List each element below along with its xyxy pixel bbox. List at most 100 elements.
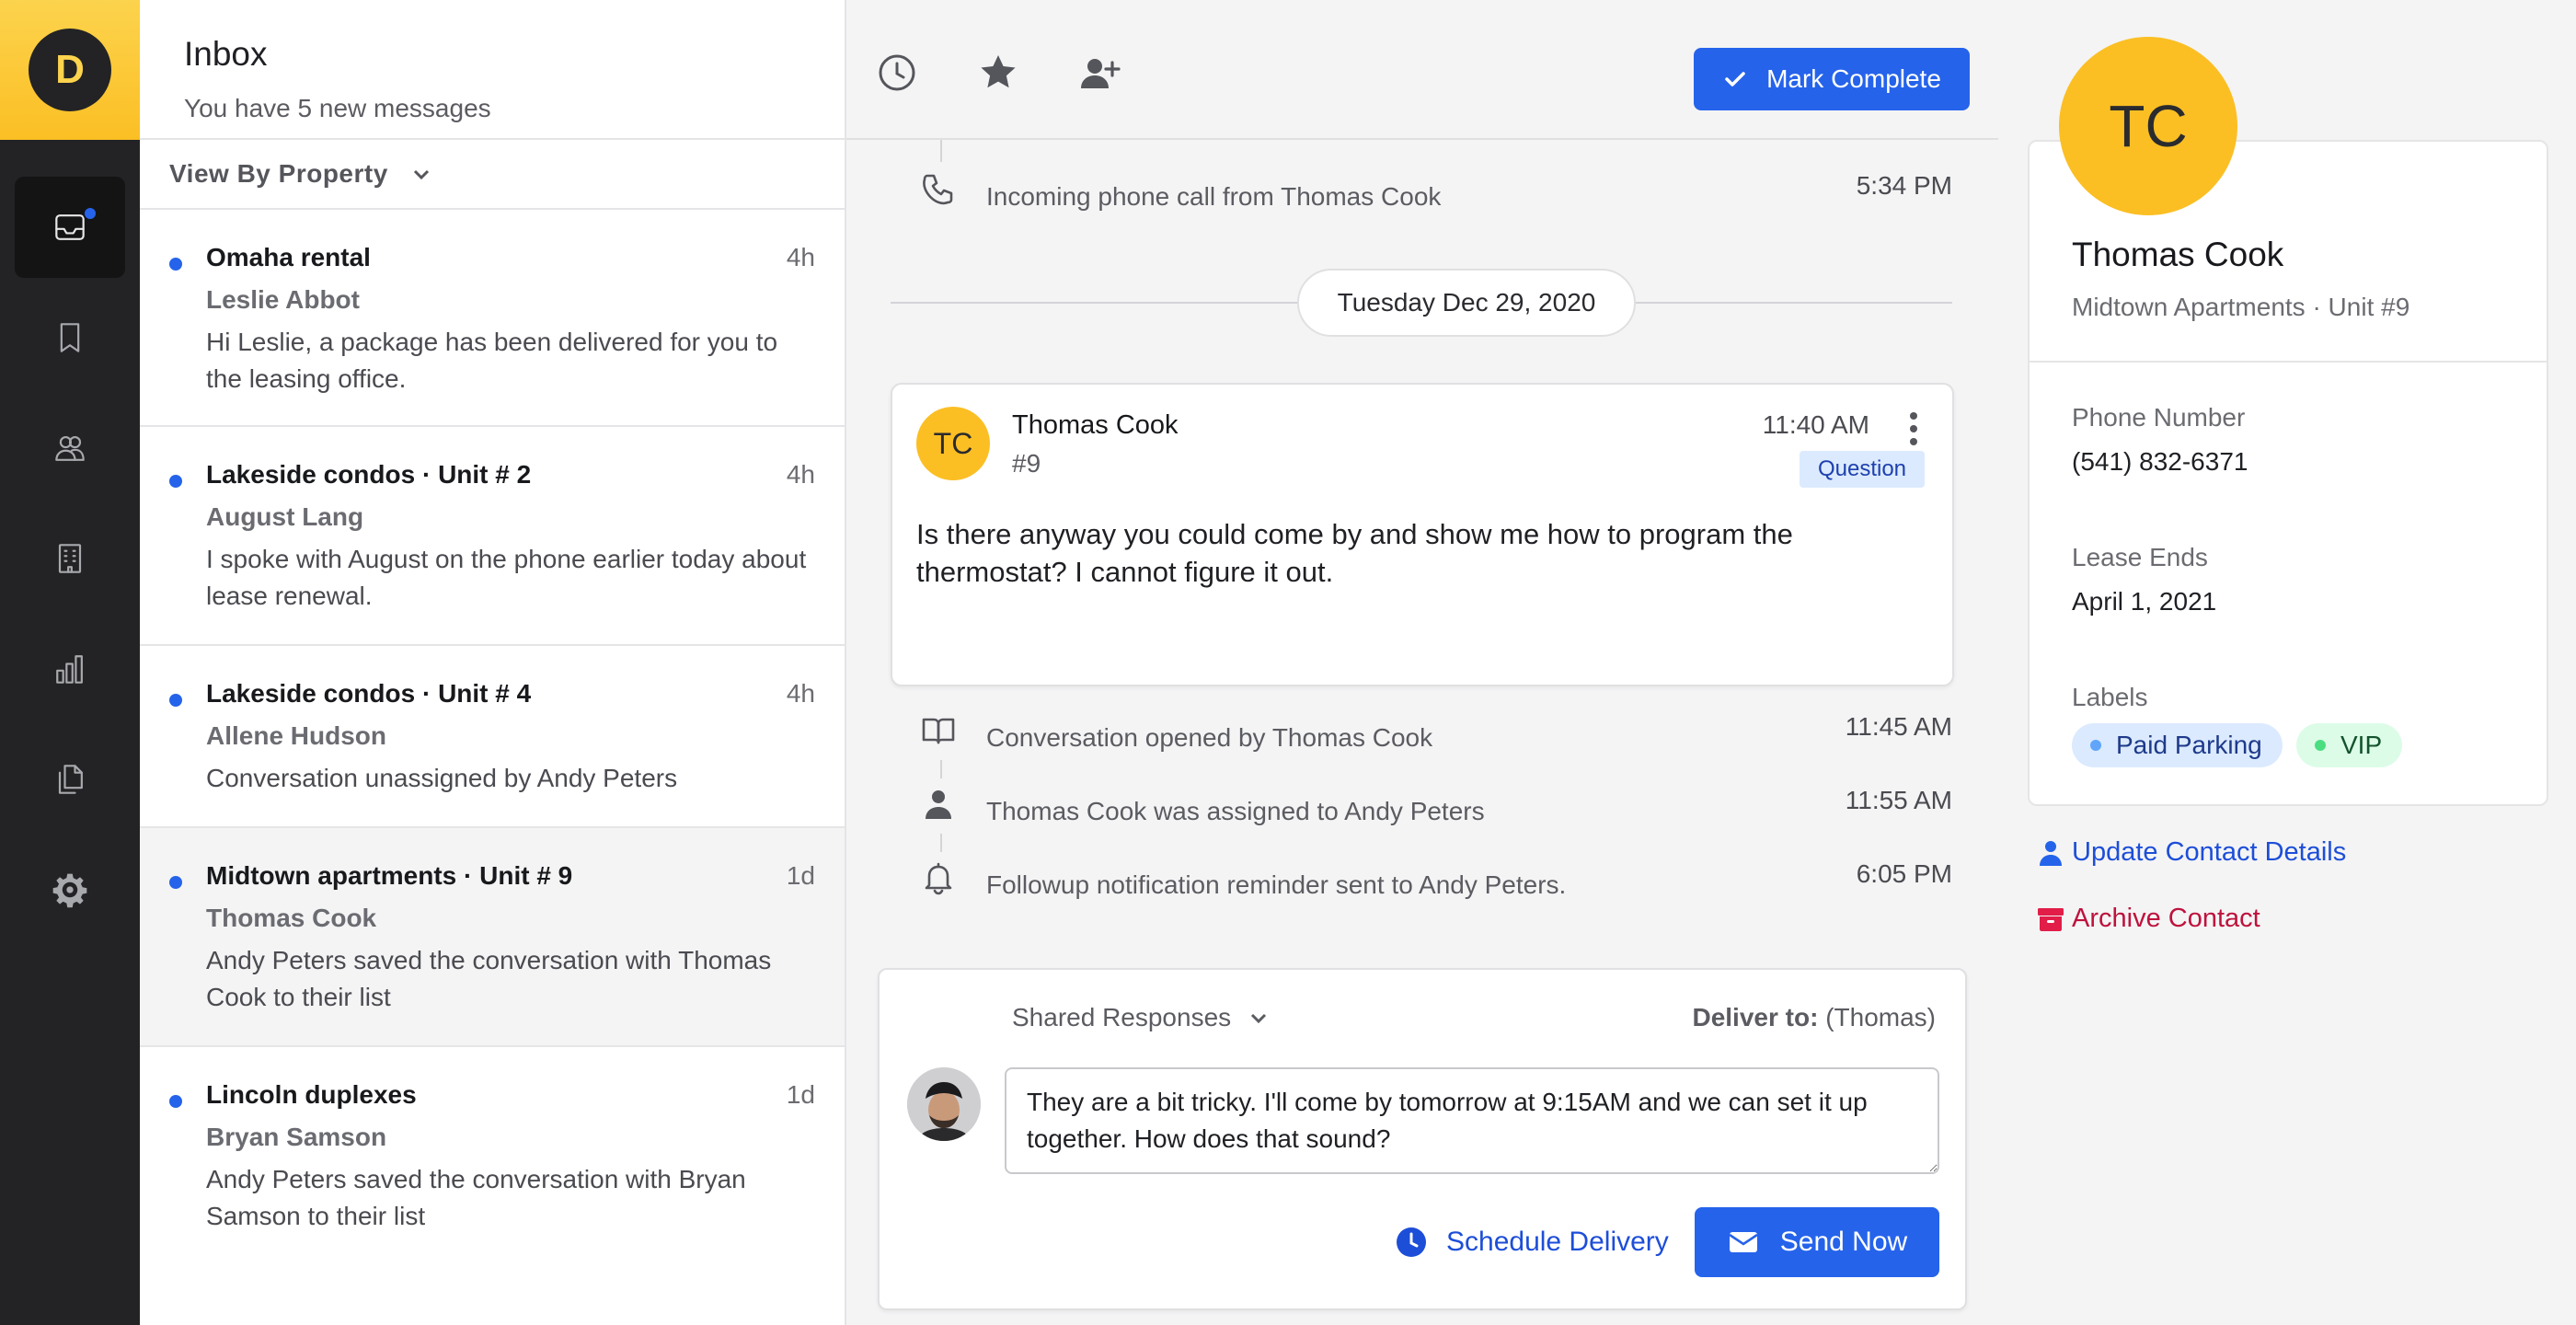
- more-options-icon[interactable]: [1908, 410, 1919, 447]
- event-time: 11:55 AM: [1845, 786, 1952, 814]
- sender-name: Thomas Cook: [1012, 410, 1179, 440]
- bell-icon: [920, 859, 960, 900]
- unread-dot: [169, 1095, 182, 1108]
- label-chip-vip[interactable]: VIP: [2296, 723, 2403, 767]
- item-property: Lincoln duplexes: [206, 1080, 417, 1109]
- schedule-delivery-label: Schedule Delivery: [1446, 1227, 1669, 1257]
- unread-dot: [169, 475, 182, 488]
- update-contact-label: Update Contact Details: [2072, 837, 2347, 867]
- reply-input[interactable]: They are a bit tricky. I'll come by tomo…: [1005, 1067, 1939, 1174]
- assign-user-button[interactable]: [1078, 52, 1121, 94]
- unread-dot: [169, 876, 182, 889]
- nav-inbox-button[interactable]: [15, 177, 125, 278]
- envelope-icon: [1729, 1232, 1758, 1252]
- item-age: 1d: [786, 861, 815, 890]
- item-person: Leslie Abbot: [206, 285, 360, 314]
- lease-value: April 1, 2021: [2072, 587, 2217, 616]
- person-icon: [2040, 840, 2062, 866]
- send-now-label: Send Now: [1779, 1227, 1908, 1257]
- star-button[interactable]: [977, 52, 1019, 94]
- inbox-panel: Inbox You have 5 new messages View By Pr…: [140, 0, 846, 1325]
- conversation-list-item[interactable]: Omaha rental 4h Leslie Abbot Hi Leslie, a…: [140, 210, 845, 427]
- phone-icon: [920, 171, 960, 212]
- phone-value[interactable]: (541) 832-6371: [2072, 447, 2248, 477]
- message-body: Is there anyway you could come by and sh…: [916, 518, 1793, 588]
- mark-complete-button[interactable]: Mark Complete: [1694, 48, 1970, 110]
- conversation-list-item-selected[interactable]: Midtown apartments · Unit # 9 1d Thomas C…: [140, 828, 845, 1047]
- archive-contact-label: Archive Contact: [2072, 904, 2260, 933]
- unread-dot: [169, 258, 182, 271]
- conversation-list-item[interactable]: Lakeside condos · Unit # 2 4h August Lang…: [140, 427, 845, 646]
- bar-chart-icon: [56, 655, 83, 684]
- item-property: Omaha rental: [206, 243, 371, 271]
- item-property: Lakeside condos · Unit # 2: [206, 460, 532, 489]
- logo-letter: D: [29, 29, 111, 111]
- users-icon: [55, 435, 85, 461]
- item-person: Allene Hudson: [206, 721, 387, 750]
- item-age: 4h: [786, 679, 815, 708]
- event-time: 11:45 AM: [1845, 712, 1952, 741]
- user-photo: [907, 1067, 981, 1141]
- event-text: Incoming phone call from Thomas Cook: [986, 182, 1442, 211]
- sender-avatar: TC: [916, 407, 990, 480]
- nav-settings-button[interactable]: [15, 839, 125, 940]
- nav-reports-button[interactable]: [15, 618, 125, 720]
- view-by-property-dropdown[interactable]: View By Property: [140, 140, 845, 210]
- clock-icon: [1397, 1227, 1426, 1257]
- nav-documents-button[interactable]: [15, 729, 125, 830]
- timeline-connector: [940, 140, 942, 162]
- unread-dot: [169, 694, 182, 707]
- lease-label: Lease Ends: [2072, 543, 2208, 571]
- item-snippet: Andy Peters saved the conversation with …: [206, 946, 772, 1011]
- chevron-down-icon: [413, 169, 429, 180]
- item-snippet: I spoke with August on the phone earlier…: [206, 545, 807, 610]
- app-logo[interactable]: D: [0, 0, 140, 140]
- view-by-label: View By Property: [169, 159, 388, 188]
- phone-label: Phone Number: [2072, 403, 2246, 432]
- conversation-list-item[interactable]: Lakeside condos · Unit # 4 4h Allene Huds…: [140, 646, 845, 828]
- item-age: 4h: [786, 243, 815, 271]
- update-contact-link[interactable]: Update Contact Details: [2040, 837, 2347, 868]
- snooze-button[interactable]: [876, 52, 918, 94]
- message-time: 11:40 AM: [1762, 410, 1869, 439]
- event-time: 5:34 PM: [1856, 171, 1952, 200]
- item-age: 4h: [786, 460, 815, 489]
- contact-panel: TC Thomas Cook Midtown Apartments · Unit…: [1998, 0, 2576, 1325]
- item-snippet: Hi Leslie, a package has been delivered …: [206, 328, 778, 393]
- label-chip-paid-parking[interactable]: Paid Parking: [2072, 723, 2283, 767]
- schedule-delivery-button[interactable]: Schedule Delivery: [1395, 1207, 1669, 1277]
- item-person: Bryan Samson: [206, 1123, 387, 1151]
- date-separator: Tuesday Dec 29, 2020: [891, 269, 1952, 337]
- timeline-event: Thomas Cook was assigned to Andy Peters …: [920, 786, 1952, 826]
- item-age: 1d: [786, 1080, 815, 1109]
- timeline-event: Incoming phone call from Thomas Cook 5:3…: [920, 171, 1952, 212]
- nav-properties-button[interactable]: [15, 508, 125, 609]
- send-now-button[interactable]: Send Now: [1695, 1207, 1939, 1277]
- timeline-event: Conversation opened by Thomas Cook 11:45…: [920, 712, 1952, 753]
- conversation-list-item[interactable]: Lincoln duplexes 1d Bryan Samson Andy Pet…: [140, 1047, 845, 1264]
- deliver-to-value: (Thomas): [1825, 1003, 1936, 1031]
- divider: [2028, 361, 2548, 363]
- conversation-panel: Mark Complete Incoming phone call from T…: [846, 0, 1998, 1325]
- message-card: TC Thomas Cook #9 11:40 AM Question Is t…: [891, 383, 1954, 686]
- sender-unit: #9: [1012, 449, 1041, 478]
- item-snippet: Andy Peters saved the conversation with …: [206, 1165, 746, 1230]
- chip-text: Paid Parking: [2116, 731, 2262, 759]
- shared-responses-dropdown[interactable]: Shared Responses: [1012, 1003, 1271, 1032]
- nav-contacts-button[interactable]: [15, 398, 125, 499]
- nav-saved-button[interactable]: [15, 287, 125, 388]
- check-icon: [1725, 72, 1745, 86]
- archive-icon: [2038, 907, 2064, 931]
- left-rail: D: [0, 0, 140, 1325]
- clock-icon: [879, 54, 915, 91]
- documents-icon: [58, 765, 83, 794]
- mark-complete-label: Mark Complete: [1766, 64, 1941, 93]
- chip-text: VIP: [2340, 731, 2383, 759]
- message-tag[interactable]: Question: [1800, 451, 1925, 488]
- conversation-toolbar: Mark Complete: [846, 0, 1998, 140]
- star-icon: [981, 55, 1016, 88]
- user-avatar: [907, 1067, 981, 1141]
- deliver-to[interactable]: Deliver to: (Thomas): [1692, 1003, 1936, 1032]
- bookmark-icon: [60, 323, 80, 352]
- archive-contact-link[interactable]: Archive Contact: [2038, 904, 2260, 934]
